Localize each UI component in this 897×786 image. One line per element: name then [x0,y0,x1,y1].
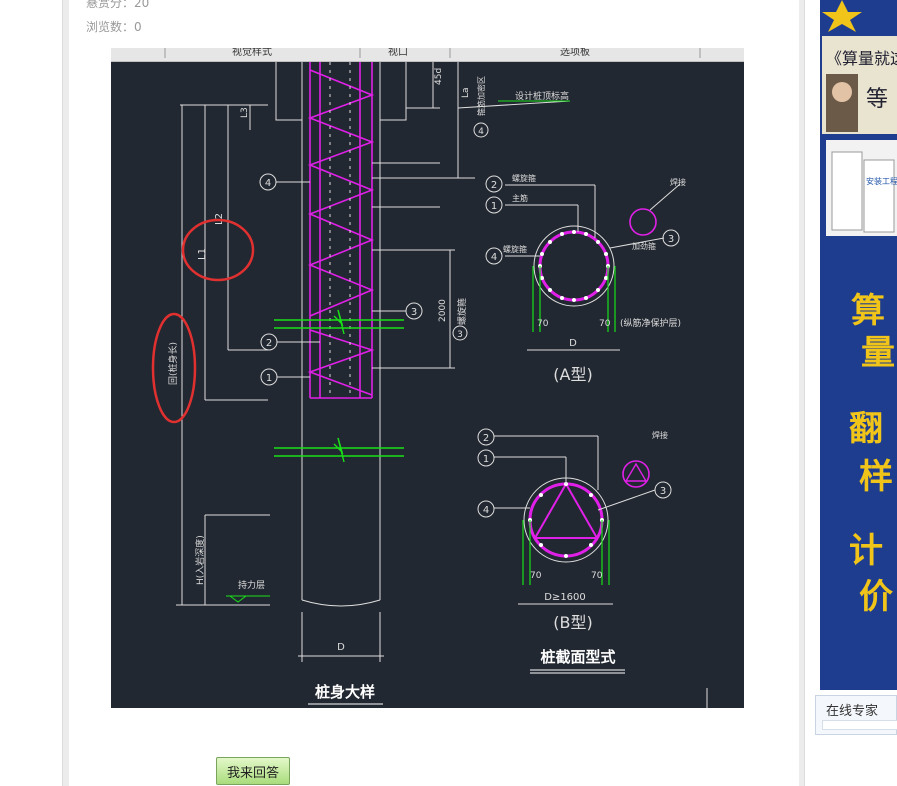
svg-text:焊接: 焊接 [652,430,668,440]
views-value: 0 [134,20,142,34]
toolbar-viewport: 视口 [388,48,408,58]
reward-points: 悬赏分：20 [86,0,149,11]
toolbar-palette: 选项板 [560,48,590,58]
label-type-a: (A型) [553,365,592,384]
label-pile-top: 设计桩顶标高 [515,90,569,102]
label-d-b: D≥1600 [544,592,586,603]
svg-text:1: 1 [483,454,489,465]
label-2000: 2000 [438,299,448,322]
views-label: 浏览数： [86,20,135,34]
label-45d: 45d [434,68,444,85]
svg-text:箍筋加密区: 箍筋加密区 [476,76,486,116]
label-type-b: (B型) [553,613,592,632]
callout-3: 3 [411,307,417,318]
callout-2: 2 [266,338,272,349]
ad-char-4: 样 [859,457,893,497]
ad-char-5: 计 [849,531,883,571]
ad-char-3: 翻 [849,409,883,449]
reward-value: 20 [134,0,150,10]
label-protect: (纵筋净保护层) [620,317,681,329]
title-pile-detail: 桩身大样 [315,683,375,701]
svg-text:70: 70 [591,571,603,581]
svg-text:3: 3 [668,234,674,245]
label-main-rebar-a: 主筋 [512,193,528,203]
label-rock-depth: H(入岩深度) [194,535,206,585]
ad-char-2: 量 [861,333,895,373]
online-expert-panel: 在线专家 [815,695,897,735]
title-section-type: 桩截面型式 [540,648,615,666]
callout-1: 1 [266,373,272,384]
label-spiral-vertical: 螺旋箍 [456,298,468,325]
ad-banner[interactable]: 《算量就这么 等 安装工程 算 量 翻 样 计 价 [820,0,897,690]
online-expert-list [822,720,897,730]
label-spiral-a: 螺旋箍 [512,173,536,183]
content-right-border [799,0,805,786]
label-stiffener-a: 加劲箍 [632,241,656,251]
svg-text:螺旋箍: 螺旋箍 [503,244,527,254]
svg-text:2: 2 [483,433,489,444]
ad-char-1: 算 [851,291,885,331]
label-la: La [461,87,471,98]
reward-label: 悬赏分： [86,0,135,10]
label-70-a-left: 70 [537,319,549,329]
answer-button[interactable]: 我来回答 [216,757,290,785]
label-l1: L1 [197,248,208,260]
svg-text:4: 4 [478,127,484,137]
cad-toolbar [111,48,744,62]
ad-book-title: 《算量就这么 [826,49,897,68]
label-d-bottom: D [337,642,345,653]
svg-text:2: 2 [491,180,497,191]
content-left-border [62,0,69,786]
svg-text:3: 3 [660,486,666,497]
view-count: 浏览数：0 [86,18,142,35]
label-pile-length: 回(桩身长) [167,342,179,385]
svg-text:L3: L3 [240,107,250,118]
svg-text:4: 4 [491,252,497,263]
svg-text:3: 3 [457,330,463,340]
ad-book-tag: 安装工程 [866,176,897,186]
svg-text:70: 70 [599,319,611,329]
label-bearing-layer: 持力层 [238,579,265,591]
online-expert-title: 在线专家 [826,704,879,719]
label-weld-a: 焊接 [670,177,686,187]
cad-canvas [111,62,744,708]
callout-4: 4 [265,178,271,189]
svg-text:4: 4 [483,505,489,516]
svg-text:70: 70 [530,571,542,581]
ad-subtitle: 等 [866,87,888,112]
toolbar-visual-style: 视觉样式 [232,48,272,58]
ad-char-6: 价 [859,577,893,617]
cad-drawing-image[interactable]: 视觉样式 视口 选项板 L3 L2 L1 回(桩身长) H(入岩深度) 持力层 … [111,48,744,708]
svg-text:D: D [569,338,577,349]
svg-text:1: 1 [491,201,497,212]
